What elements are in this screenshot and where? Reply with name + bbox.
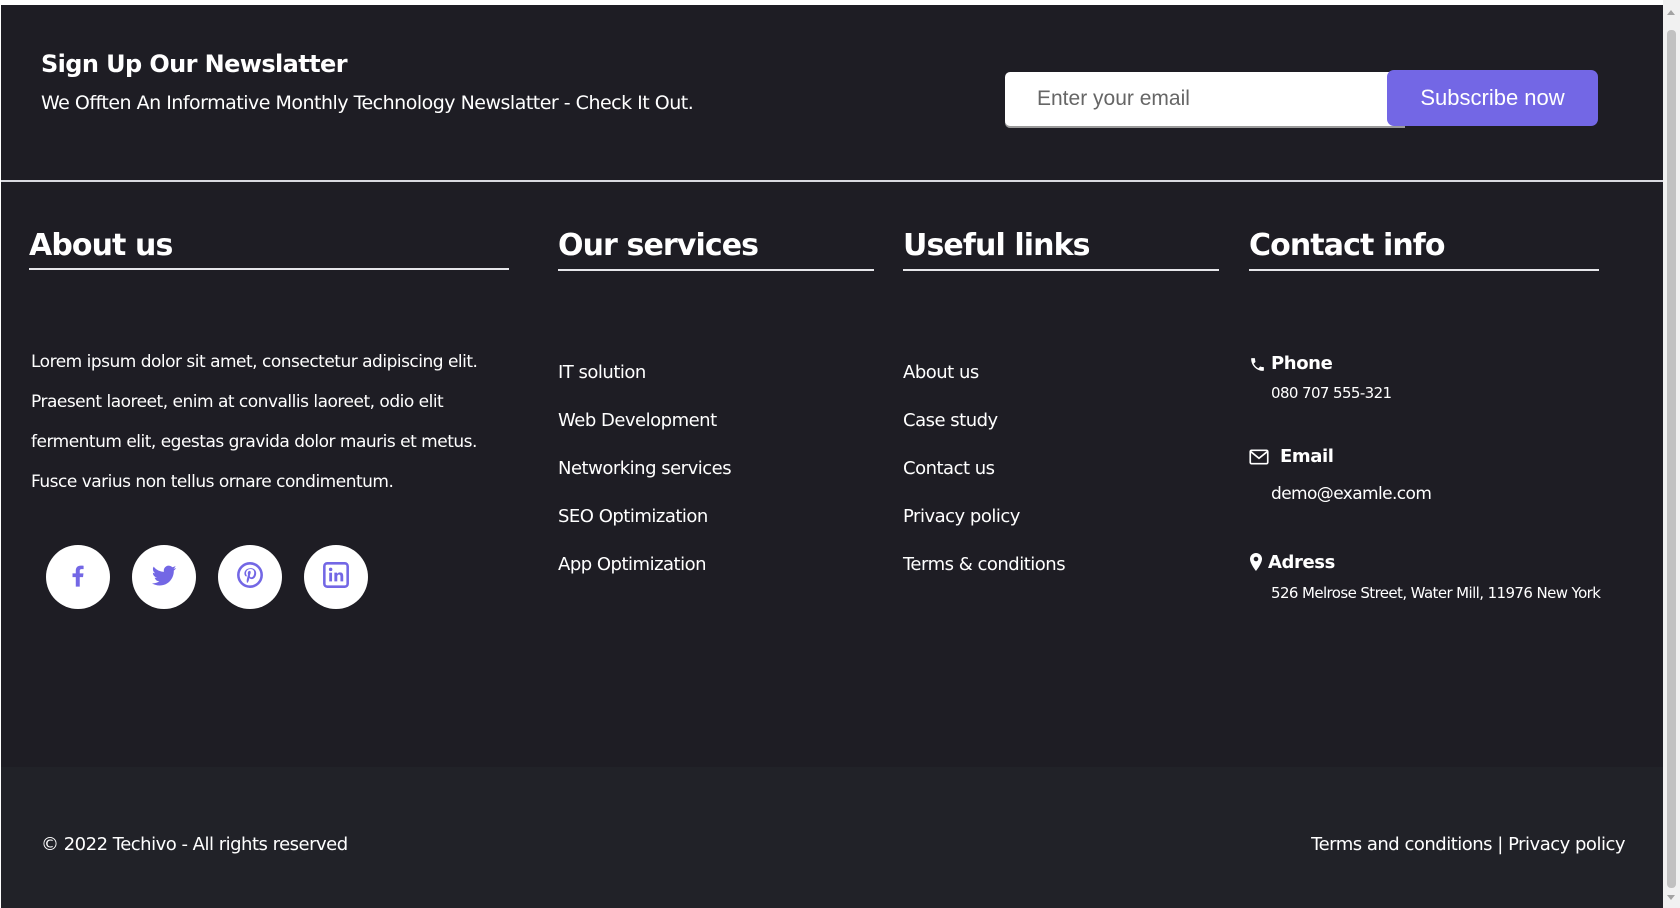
address-label: Adress xyxy=(1268,552,1335,573)
contact-title-underline xyxy=(1249,269,1599,271)
services-list: IT solution Web Development Networking s… xyxy=(558,361,732,601)
useful-link-case-study[interactable]: Case study xyxy=(903,409,998,433)
list-item: Contact us xyxy=(903,457,1065,505)
scroll-thumb[interactable] xyxy=(1667,30,1676,888)
email-label: Email xyxy=(1280,446,1334,467)
contact-title: Contact info xyxy=(1249,228,1446,263)
phone-value: 080 707 555-321 xyxy=(1271,384,1392,402)
service-link-app-optimization[interactable]: App Optimization xyxy=(558,553,707,577)
facebook-link[interactable] xyxy=(46,545,110,609)
useful-link-terms[interactable]: Terms & conditions xyxy=(903,553,1066,577)
location-icon xyxy=(1250,553,1262,575)
footer-page: Sign Up Our Newslatter We Offten An Info… xyxy=(1,5,1663,908)
about-title-underline xyxy=(29,268,509,270)
twitter-icon xyxy=(150,561,178,593)
newsletter-subtitle: We Offten An Informative Monthly Technol… xyxy=(41,92,694,114)
list-item: App Optimization xyxy=(558,553,731,601)
list-item: Networking services xyxy=(558,457,732,505)
linkedin-link[interactable] xyxy=(304,545,368,609)
useful-links-title-underline xyxy=(903,269,1219,271)
newsletter-title: Sign Up Our Newslatter xyxy=(41,50,348,78)
list-item: Privacy policy xyxy=(903,505,1065,553)
bottom-links: Terms and conditions | Privacy policy xyxy=(1311,834,1625,855)
privacy-link[interactable]: Privacy policy xyxy=(1508,834,1625,855)
twitter-link[interactable] xyxy=(132,545,196,609)
scroll-up-icon[interactable] xyxy=(1667,10,1675,15)
scroll-down-icon[interactable] xyxy=(1667,895,1675,900)
service-link-web-development[interactable]: Web Development xyxy=(558,409,717,433)
useful-link-about-us[interactable]: About us xyxy=(903,361,979,385)
phone-icon xyxy=(1249,356,1266,377)
about-title: About us xyxy=(29,228,173,263)
pinterest-icon xyxy=(236,561,264,593)
email-input[interactable] xyxy=(1005,72,1405,126)
services-title: Our services xyxy=(558,228,759,263)
newsletter-section: Sign Up Our Newslatter We Offten An Info… xyxy=(1,5,1663,182)
list-item: Case study xyxy=(903,409,1065,457)
list-item: Terms & conditions xyxy=(903,553,1066,601)
linkedin-icon xyxy=(322,561,350,593)
service-link-networking[interactable]: Networking services xyxy=(558,457,732,481)
useful-links-list: About us Case study Contact us Privacy p… xyxy=(903,361,1066,601)
email-value[interactable]: demo@examle.com xyxy=(1271,484,1432,504)
useful-link-contact-us[interactable]: Contact us xyxy=(903,457,995,481)
list-item: About us xyxy=(903,361,1065,409)
pinterest-link[interactable] xyxy=(218,545,282,609)
phone-label: Phone xyxy=(1271,353,1333,374)
link-separator: | xyxy=(1497,834,1503,855)
email-icon xyxy=(1249,448,1269,470)
copyright-text: © 2022 Techivo - All rights reserved xyxy=(41,834,348,855)
list-item: Web Development xyxy=(558,409,731,457)
address-value: 526 Melrose Street, Water Mill, 11976 Ne… xyxy=(1271,584,1601,602)
useful-links-title: Useful links xyxy=(903,228,1091,263)
about-text: Lorem ipsum dolor sit amet, consectetur … xyxy=(31,352,478,492)
service-link-seo[interactable]: SEO Optimization xyxy=(558,505,708,529)
scrollbar[interactable] xyxy=(1663,0,1680,908)
list-item: IT solution xyxy=(558,361,731,409)
list-item: SEO Optimization xyxy=(558,505,731,553)
facebook-icon xyxy=(64,561,92,593)
newsletter-form: Subscribe now xyxy=(1005,70,1598,126)
service-link-it-solution[interactable]: IT solution xyxy=(558,361,646,385)
subscribe-button[interactable]: Subscribe now xyxy=(1387,70,1598,126)
bottom-bar: © 2022 Techivo - All rights reserved Ter… xyxy=(1,767,1663,908)
services-title-underline xyxy=(558,269,874,271)
useful-link-privacy-policy[interactable]: Privacy policy xyxy=(903,505,1020,529)
terms-link[interactable]: Terms and conditions xyxy=(1311,834,1492,855)
